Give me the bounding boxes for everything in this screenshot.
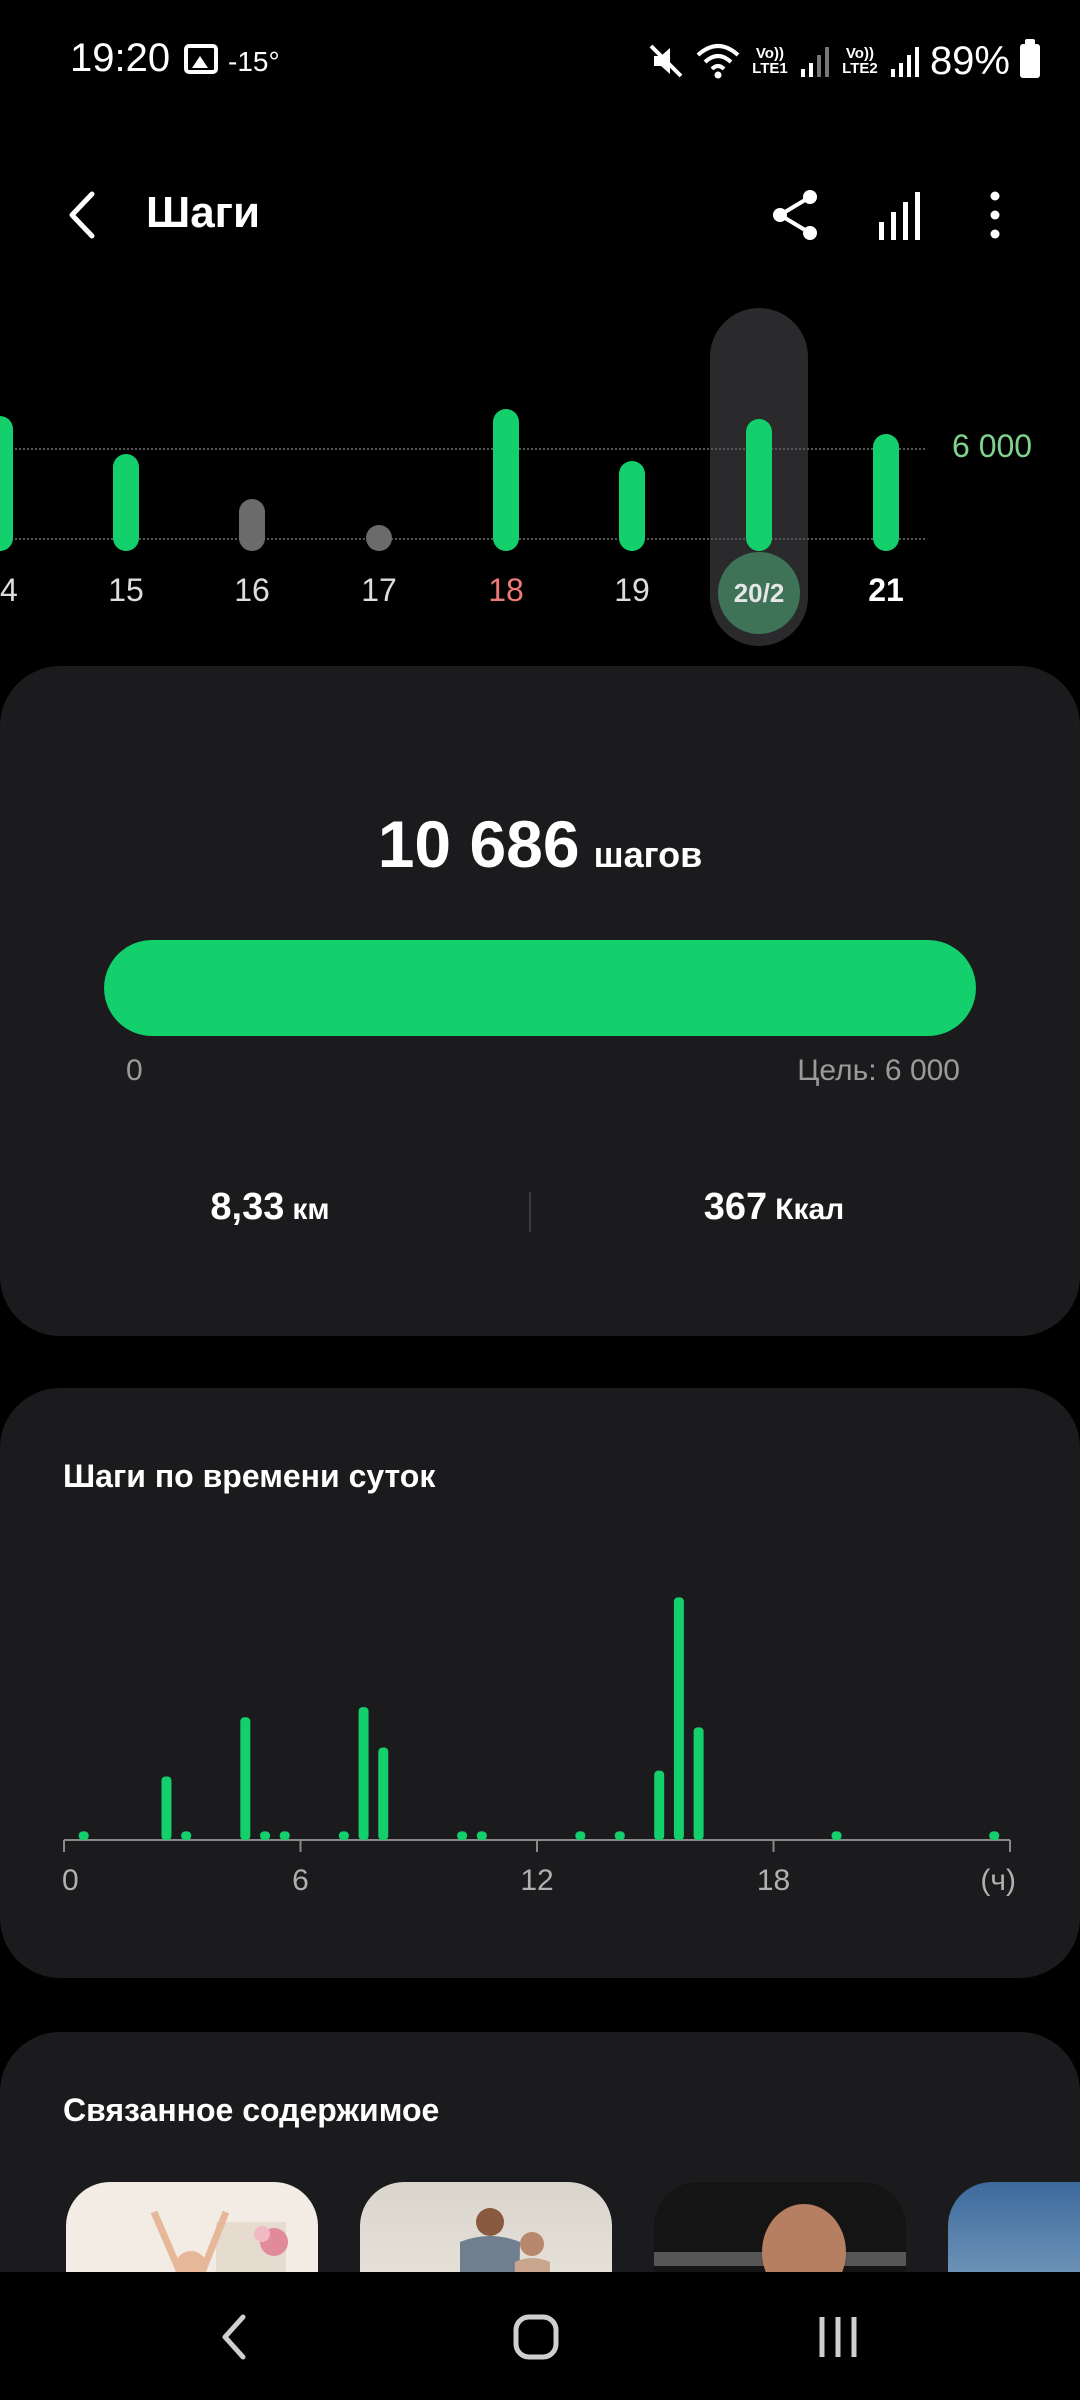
status-bar: 19:20 -15° Vo)) LTE1 Vo)) LTE2 89% bbox=[0, 0, 1080, 120]
goal-line-label: 6 000 bbox=[952, 428, 1033, 464]
hourly-bar bbox=[338, 1831, 349, 1840]
hourly-card-title: Шаги по времени суток bbox=[63, 1458, 436, 1494]
wifi-icon bbox=[696, 44, 740, 79]
day-bar-15[interactable] bbox=[113, 453, 139, 551]
day-label-20-2[interactable]: 20/2 bbox=[718, 552, 800, 634]
hourly-bar bbox=[240, 1717, 251, 1840]
steps-progress-fill bbox=[104, 940, 976, 1036]
hourly-bar bbox=[476, 1831, 487, 1840]
progress-min-label: 0 bbox=[126, 1054, 143, 1087]
more-vert-icon[interactable] bbox=[960, 180, 1030, 250]
bar-chart-icon[interactable] bbox=[865, 180, 935, 250]
hourly-bar bbox=[614, 1831, 625, 1840]
lte2-signal-icon bbox=[890, 47, 919, 77]
hourly-bar bbox=[378, 1747, 389, 1840]
distance-stat: 8,33 км bbox=[0, 1186, 540, 1229]
mute-icon bbox=[649, 44, 683, 78]
day-bar-17[interactable] bbox=[366, 525, 392, 551]
hourly-bar bbox=[78, 1831, 89, 1840]
status-time: 19:20 bbox=[70, 36, 171, 80]
calories-value: 367 bbox=[703, 1186, 768, 1228]
day-bar-14[interactable] bbox=[0, 416, 13, 551]
hourly-steps-card[interactable]: 0 6 12 18 (ч) Шаги по времени суток bbox=[0, 1388, 1080, 1978]
calories-stat: 367 Ккал bbox=[504, 1186, 1044, 1229]
hourly-bar bbox=[654, 1770, 665, 1840]
battery-percent: 89% bbox=[929, 38, 1010, 83]
day-bar-16[interactable] bbox=[239, 498, 265, 551]
hourly-bar bbox=[161, 1776, 172, 1840]
day-bar-20-2[interactable] bbox=[746, 419, 772, 551]
steps-summary-card: 10 686 шагов 0 Цель: 6 000 8,33 км 367 Ккал bbox=[0, 666, 1080, 1336]
lte2-label: Vo)) LTE2 bbox=[842, 45, 878, 77]
day-label-17[interactable]: 17 bbox=[339, 572, 419, 609]
share-icon[interactable] bbox=[760, 180, 830, 250]
back-nav-icon[interactable] bbox=[195, 2302, 275, 2372]
day-label-18[interactable]: 18 bbox=[466, 572, 546, 609]
day-bar-21[interactable] bbox=[873, 434, 899, 551]
system-nav-bar bbox=[0, 2272, 1080, 2400]
hourly-tick-label: 12 bbox=[520, 1864, 553, 1897]
steps-number: 10 686 bbox=[377, 807, 580, 881]
progress-goal-label: Цель: 6 000 bbox=[797, 1054, 960, 1087]
hourly-bar bbox=[457, 1831, 468, 1840]
weekly-steps-strip[interactable]: 6 000 14 15 16 17 18 19 20/2 21 bbox=[0, 300, 1080, 650]
hourly-tick-label: 18 bbox=[757, 1864, 790, 1897]
hourly-bar bbox=[989, 1831, 1000, 1840]
hourly-bar bbox=[575, 1831, 586, 1840]
stats-row: 8,33 км 367 Ккал bbox=[0, 1186, 1080, 1266]
day-label-19[interactable]: 19 bbox=[592, 572, 672, 609]
hourly-tick-label: 0 bbox=[62, 1864, 79, 1897]
day-label-16[interactable]: 16 bbox=[212, 572, 292, 609]
distance-value: 8,33 bbox=[210, 1186, 285, 1228]
hourly-bar bbox=[279, 1831, 290, 1840]
steps-total: 10 686 шагов bbox=[0, 806, 1080, 882]
related-card-title: Связанное содержимое bbox=[63, 2092, 440, 2128]
status-temperature: -15° bbox=[228, 46, 280, 77]
status-icons: Vo)) LTE1 Vo)) LTE2 89% bbox=[646, 38, 1040, 84]
hourly-tick-label: (ч) bbox=[980, 1864, 1016, 1897]
calories-unit: Ккал bbox=[775, 1193, 845, 1226]
day-bar-19[interactable] bbox=[619, 461, 645, 551]
back-arrow-icon[interactable] bbox=[50, 180, 120, 250]
day-bar-18[interactable] bbox=[493, 408, 519, 551]
hourly-bar bbox=[673, 1597, 684, 1840]
lte1-signal-icon bbox=[800, 47, 829, 77]
battery-icon bbox=[1020, 39, 1040, 78]
goal-line bbox=[0, 448, 925, 450]
day-label-15[interactable]: 15 bbox=[86, 572, 166, 609]
steps-progress-bar bbox=[104, 940, 976, 1036]
distance-unit: км bbox=[292, 1193, 330, 1226]
gallery-icon bbox=[184, 44, 218, 74]
app-bar: Шаги bbox=[0, 160, 1080, 270]
day-label-14[interactable]: 14 bbox=[0, 572, 40, 609]
hourly-bar bbox=[358, 1707, 369, 1840]
recents-nav-icon[interactable] bbox=[798, 2302, 878, 2372]
steps-unit: шагов bbox=[593, 834, 703, 875]
hourly-tick-label: 6 bbox=[292, 1864, 309, 1897]
hourly-bar bbox=[693, 1727, 704, 1840]
hourly-bar bbox=[181, 1831, 192, 1840]
day-label-21[interactable]: 21 bbox=[846, 572, 926, 609]
home-nav-icon[interactable] bbox=[496, 2302, 576, 2372]
lte1-label: Vo)) LTE1 bbox=[752, 45, 788, 77]
page-title: Шаги bbox=[146, 188, 261, 237]
hourly-bar bbox=[831, 1831, 842, 1840]
hourly-bar bbox=[260, 1831, 271, 1840]
